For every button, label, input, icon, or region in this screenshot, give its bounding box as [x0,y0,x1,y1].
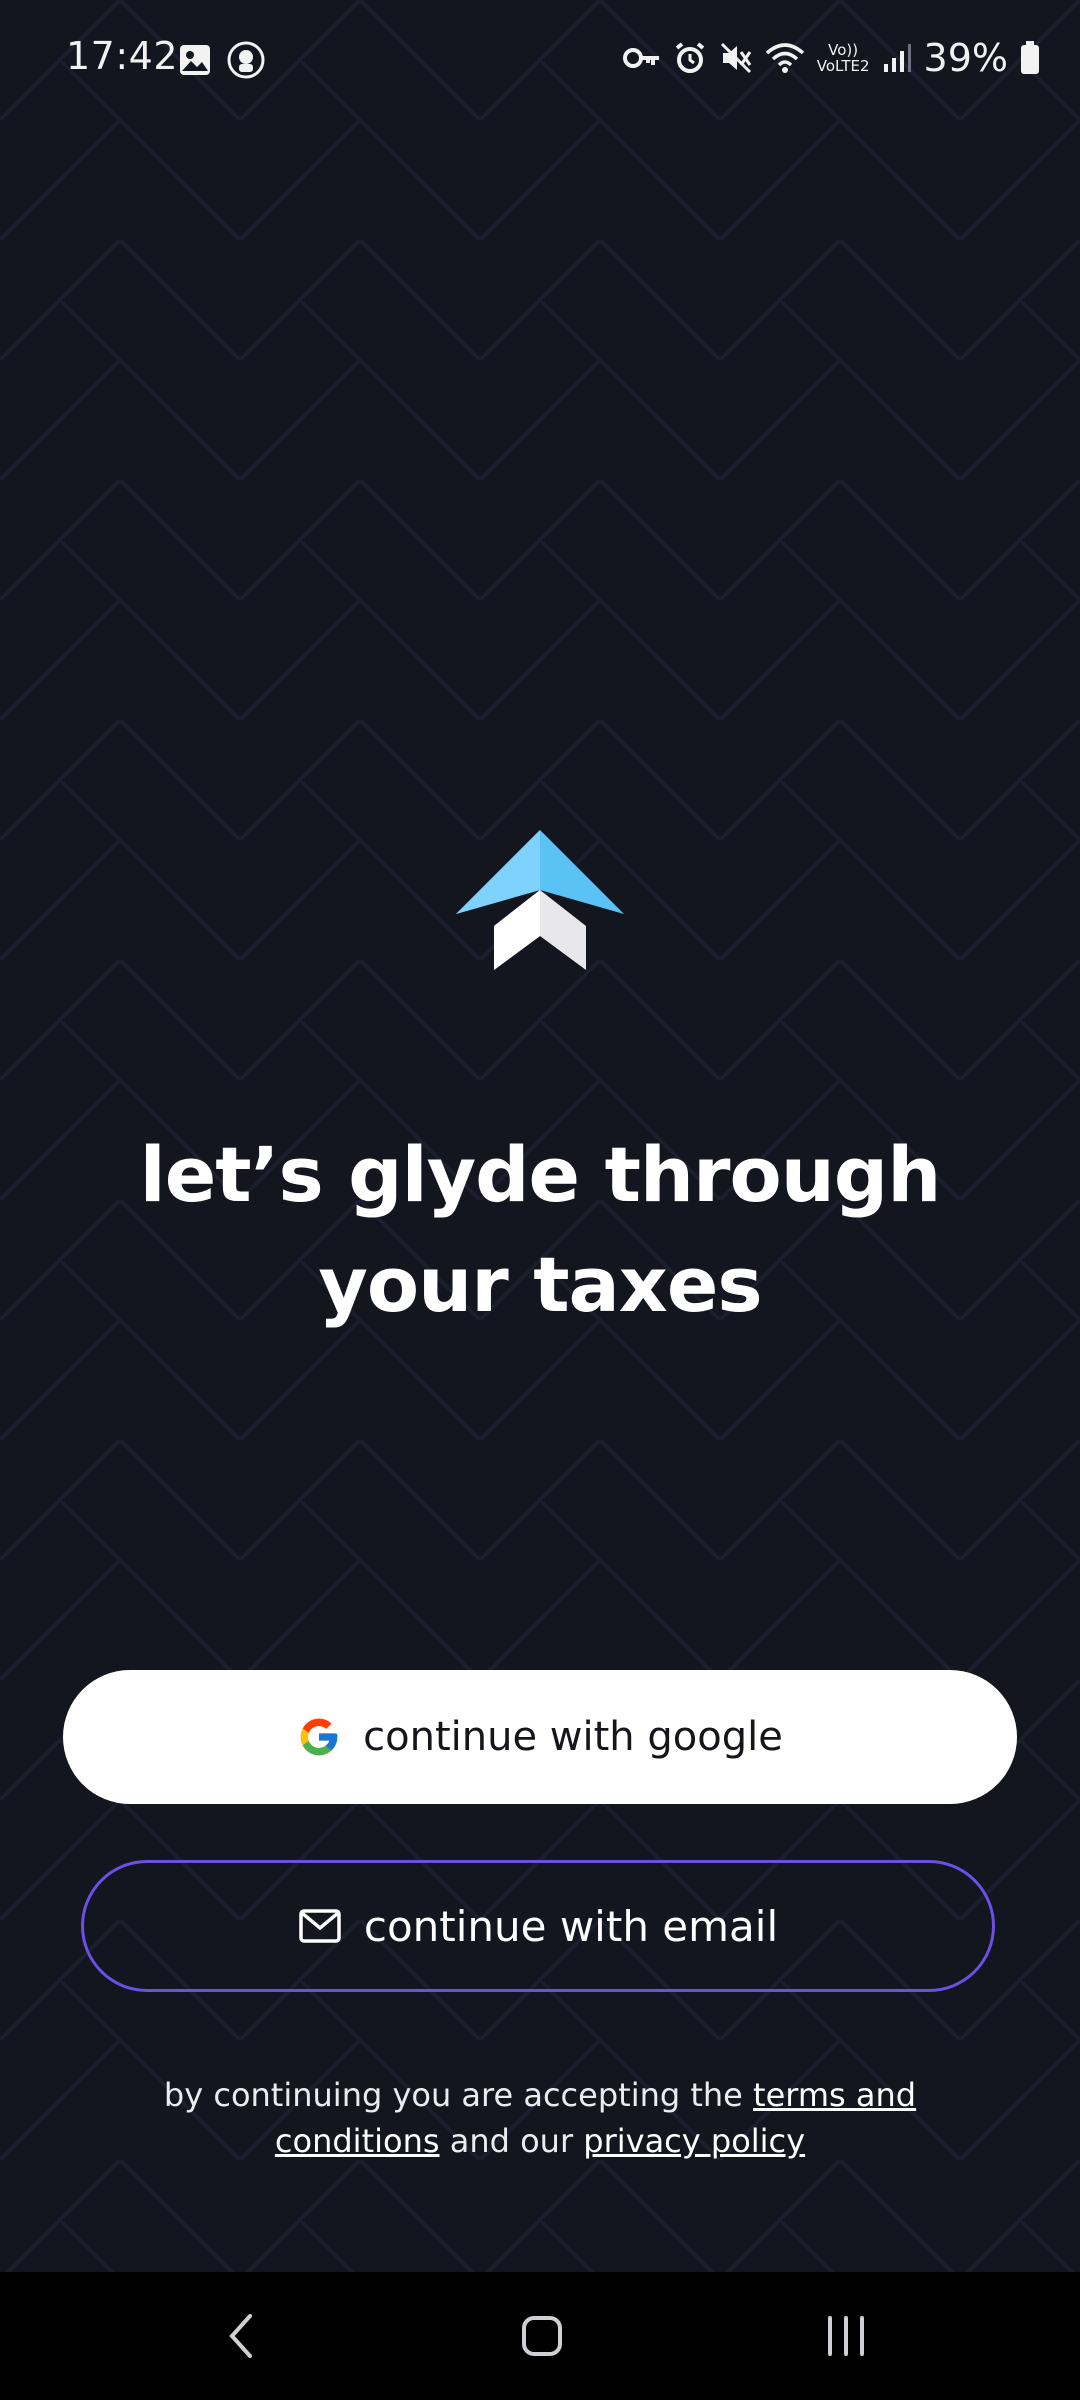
wifi-icon [765,41,805,75]
continue-with-google-button[interactable]: continue with google [63,1670,1017,1804]
mute-icon [719,41,753,75]
gallery-icon [178,43,212,77]
recents-icon[interactable] [816,2306,876,2366]
battery-percent: 39% [923,36,1008,80]
legal-middle: and our [439,2122,584,2160]
legal-prefix: by continuing you are accepting the [163,2076,754,2114]
navigation-bar [0,2272,1080,2400]
google-icon [297,1715,341,1759]
alarm-icon [673,41,707,75]
glyde-logo-icon [456,830,624,970]
google-button-label: continue with google [363,1714,783,1760]
app-notification-icon [226,40,266,80]
privacy-policy-link[interactable]: privacy policy [583,2122,805,2160]
headline-line-2: your taxes [318,1240,762,1329]
status-bar: 17:42 Vo)) VoLTE2 39% [0,0,1080,120]
status-right-icons: Vo)) VoLTE2 39% [622,36,1040,80]
home-icon[interactable] [512,2306,572,2366]
legal-notice: by continuing you are accepting the term… [120,2072,960,2164]
status-time: 17:42 [66,34,179,78]
headline: let’s glyde through your taxes [0,1120,1080,1340]
key-icon [622,43,661,73]
continue-with-email-button[interactable]: continue with email [81,1860,995,1992]
status-left-icons [178,40,266,80]
network-label: VoLTE2 [816,57,870,75]
signal-icon [882,42,912,74]
headline-line-1: let’s glyde through [139,1130,942,1219]
email-button-label: continue with email [363,1901,779,1951]
mail-icon [298,1908,342,1944]
back-icon[interactable] [212,2306,272,2366]
volte-icon: Vo)) VoLTE2 [816,41,870,75]
battery-icon [1020,41,1040,75]
